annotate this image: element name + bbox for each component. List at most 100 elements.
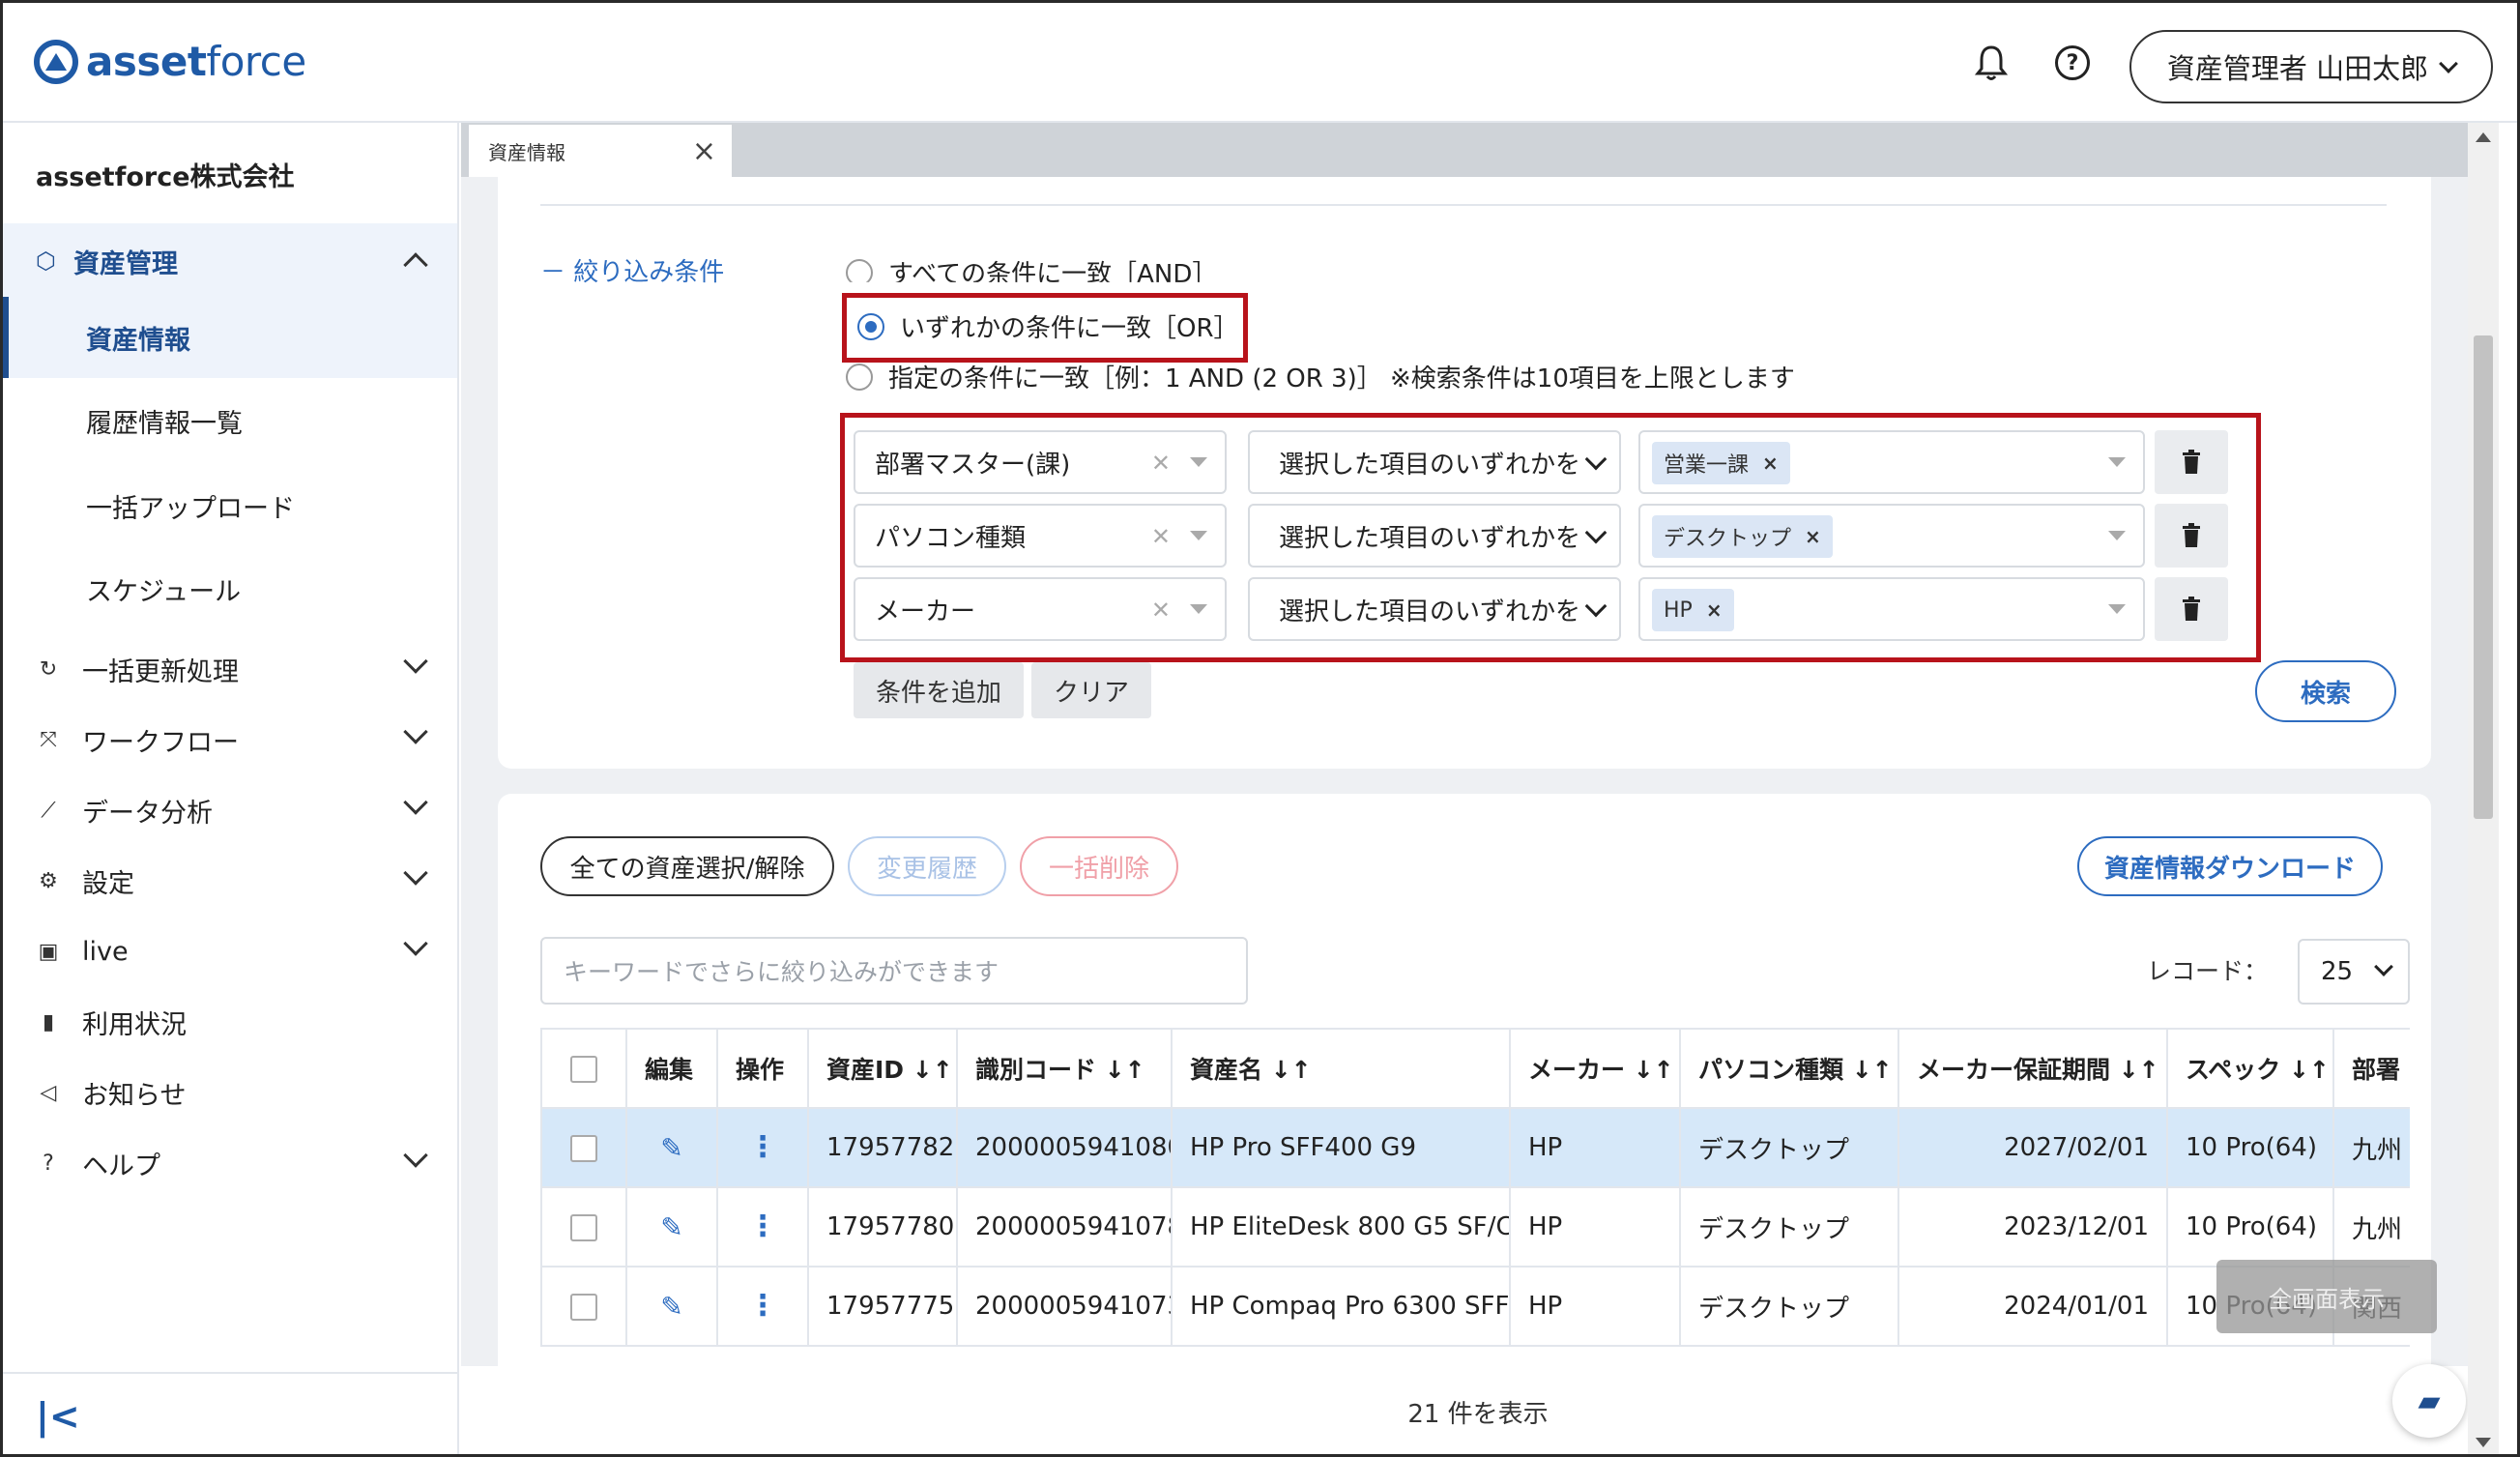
change-history-button[interactable]: 変更履歴 xyxy=(848,836,1006,896)
radio-and[interactable]: すべての条件に一致［AND］ xyxy=(846,254,1218,289)
action-cell: ⋮ xyxy=(716,1266,809,1347)
radio-button[interactable] xyxy=(846,363,873,391)
dropdown-caret-icon xyxy=(2108,604,2126,614)
table-row[interactable]: ✎ ⋮ 17957780 2000005941078 HP EliteDesk … xyxy=(540,1186,2410,1268)
collapse-sidebar-icon[interactable]: |< xyxy=(36,1395,80,1438)
delete-condition-button[interactable] xyxy=(2155,504,2228,568)
table-row[interactable]: ✎ ⋮ 17957782 2000005941080 HP Pro SFF400… xyxy=(540,1107,2410,1188)
row-checkbox[interactable] xyxy=(570,1293,597,1321)
sidebar-item-label: 利用状況 xyxy=(82,1009,187,1040)
asset-name-cell: HP EliteDesk 800 G5 SF/CT xyxy=(1171,1186,1511,1268)
results-panel: 全ての資産選択/解除 変更履歴 一括削除 資産情報ダウンロード キーワードでさら… xyxy=(498,794,2431,1454)
chevron-down-icon xyxy=(1584,448,1608,471)
row-checkbox[interactable] xyxy=(570,1134,597,1162)
select-all-button[interactable]: 全ての資産選択/解除 xyxy=(540,836,834,896)
tab-asset-info[interactable]: 資産情報 × xyxy=(469,125,732,177)
condition-value-select[interactable]: デスクトップ × xyxy=(1638,504,2145,568)
sort-icon: ↓↑ xyxy=(912,1056,953,1084)
assetforce-logo[interactable]: assetforce xyxy=(34,38,306,85)
delete-condition-button[interactable] xyxy=(2155,577,2228,641)
kebab-menu-icon[interactable]: ⋮ xyxy=(748,1209,777,1243)
delete-condition-button[interactable] xyxy=(2155,430,2228,494)
condition-field-select[interactable]: パソコン種類 ✕ xyxy=(854,504,1227,568)
sort-icon: ↓↑ xyxy=(1270,1056,1312,1084)
sidebar-item-asset-info[interactable]: 資産情報 xyxy=(3,297,457,378)
sidebar-collapse-bar: |< xyxy=(3,1372,457,1454)
user-menu-button[interactable]: 資産管理者 山田太郎 xyxy=(2129,30,2493,103)
scroll-thumb[interactable] xyxy=(2474,335,2493,819)
sidebar-section-asset-management[interactable]: ⬡ 資産管理 xyxy=(3,223,457,299)
sidebar-item-data-analysis[interactable]: ⟋ データ分析 xyxy=(3,776,457,844)
kebab-menu-icon[interactable]: ⋮ xyxy=(748,1289,777,1323)
clear-icon[interactable]: ✕ xyxy=(1151,523,1171,550)
chip-remove-icon[interactable]: × xyxy=(1805,525,1821,548)
filter-toggle[interactable]: － 絞り込み条件 xyxy=(540,252,724,288)
condition-value-select[interactable]: 営業一課 × xyxy=(1638,430,2145,494)
chip-remove-icon[interactable]: × xyxy=(1706,598,1723,622)
sidebar-item-live[interactable]: ▣ live xyxy=(3,918,457,985)
sidebar-item-workflow[interactable]: ⤧ ワークフロー xyxy=(3,706,457,773)
scroll-down-icon[interactable] xyxy=(2476,1438,2491,1447)
pc-type-cell: デスクトップ xyxy=(1679,1186,1899,1268)
edit-icon[interactable]: ✎ xyxy=(660,1211,682,1243)
row-checkbox[interactable] xyxy=(570,1213,597,1241)
condition-operator-select[interactable]: 選択した項目のいずれかを xyxy=(1248,504,1621,568)
column-header-code[interactable]: 識別コード ↓↑ xyxy=(956,1028,1173,1109)
clear-button[interactable]: クリア xyxy=(1031,662,1151,718)
radio-button[interactable] xyxy=(846,258,873,282)
close-icon[interactable]: × xyxy=(692,134,716,168)
add-condition-button[interactable]: 条件を追加 xyxy=(854,662,1024,718)
chevron-down-icon xyxy=(403,649,428,674)
record-count-select[interactable]: 25 xyxy=(2298,939,2410,1005)
help-circle-icon[interactable]: ? xyxy=(2053,44,2092,82)
sidebar-item-schedule[interactable]: スケジュール xyxy=(3,548,457,629)
table-row[interactable]: ✎ ⋮ 17957775 2000005941073 HP Compaq Pro… xyxy=(540,1266,2410,1347)
download-button[interactable]: 資産情報ダウンロード xyxy=(2077,836,2383,896)
column-header-maker[interactable]: メーカー ↓↑ xyxy=(1509,1028,1681,1109)
keyword-search-input[interactable]: キーワードでさらに絞り込みができます xyxy=(540,937,1248,1005)
column-header-warranty[interactable]: メーカー保証期間 ↓↑ xyxy=(1897,1028,2168,1109)
edit-icon[interactable]: ✎ xyxy=(660,1132,682,1164)
radio-button-selected[interactable] xyxy=(857,312,884,340)
condition-field-select[interactable]: 部署マスター(課) ✕ xyxy=(854,430,1227,494)
clear-icon[interactable]: ✕ xyxy=(1151,450,1171,477)
help-icon: ? xyxy=(43,1151,54,1176)
chevron-down-icon xyxy=(403,790,428,815)
radio-custom[interactable]: 指定の条件に一致［例：1 AND (2 OR 3)］ ※検索条件は10項目を上限… xyxy=(846,359,1795,394)
page-scrollbar[interactable] xyxy=(2468,123,2499,1454)
select-all-checkbox[interactable] xyxy=(570,1056,597,1083)
kebab-menu-icon[interactable]: ⋮ xyxy=(748,1130,777,1164)
sidebar-item-bulk-update[interactable]: ↻ 一括更新処理 xyxy=(3,635,457,703)
notification-bell-icon[interactable] xyxy=(1972,44,2011,82)
radio-label: いずれかの条件に一致［OR］ xyxy=(900,314,1239,343)
live-icon: ▣ xyxy=(38,939,59,964)
search-button[interactable]: 検索 xyxy=(2255,660,2396,722)
warranty-cell: 2027/02/01 xyxy=(1897,1107,2168,1188)
fullscreen-button[interactable]: 全画面表示 xyxy=(2216,1260,2437,1333)
radio-label: すべての条件に一致［AND］ xyxy=(888,260,1218,289)
sidebar-item-bulk-upload[interactable]: 一括アップロード xyxy=(3,465,457,546)
condition-field-select[interactable]: メーカー ✕ xyxy=(854,577,1227,641)
column-header-asset-id[interactable]: 資産ID ↓↑ xyxy=(807,1028,958,1109)
column-header-pc-type[interactable]: パソコン種類 ↓↑ xyxy=(1679,1028,1899,1109)
chip-remove-icon[interactable]: × xyxy=(1762,452,1779,475)
column-header-dept[interactable]: 部署 xyxy=(2332,1028,2410,1109)
bulk-delete-button[interactable]: 一括削除 xyxy=(1020,836,1178,896)
edit-icon[interactable]: ✎ xyxy=(660,1291,682,1323)
clear-icon[interactable]: ✕ xyxy=(1151,597,1171,624)
column-header-asset-name[interactable]: 資産名 ↓↑ xyxy=(1171,1028,1511,1109)
sidebar-item-label: 資産情報 xyxy=(86,325,190,356)
sidebar-item-notices[interactable]: ◁ お知らせ xyxy=(3,1059,457,1126)
sidebar-item-history[interactable]: 履歴情報一覧 xyxy=(3,380,457,461)
condition-value-select[interactable]: HP × xyxy=(1638,577,2145,641)
sidebar-item-usage[interactable]: ▮ 利用状況 xyxy=(3,988,457,1056)
value-chip: 営業一課 × xyxy=(1652,442,1790,484)
sidebar-item-settings[interactable]: ⚙ 設定 xyxy=(3,847,457,915)
radio-or[interactable]: いずれかの条件に一致［OR］ xyxy=(857,308,1239,344)
scroll-up-icon[interactable] xyxy=(2476,132,2491,142)
sidebar-item-help[interactable]: ? ヘルプ xyxy=(3,1129,457,1197)
condition-operator-select[interactable]: 選択した項目のいずれかを xyxy=(1248,430,1621,494)
column-header-spec[interactable]: スペック ↓↑ xyxy=(2166,1028,2334,1109)
condition-operator-select[interactable]: 選択した項目のいずれかを xyxy=(1248,577,1621,641)
chat-icon[interactable]: ▰ xyxy=(2392,1364,2466,1438)
